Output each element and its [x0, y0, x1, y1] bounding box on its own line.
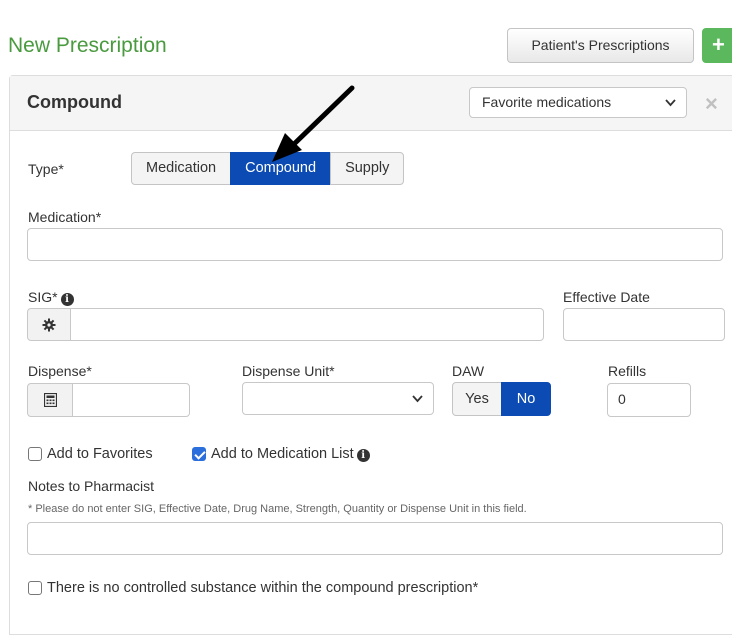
- chevron-down-icon: [412, 395, 423, 403]
- info-icon[interactable]: i: [60, 293, 74, 306]
- favorite-medications-value: Favorite medications: [482, 94, 612, 110]
- dispense-calculator-button[interactable]: [27, 383, 73, 417]
- daw-toggle: Yes No: [452, 382, 551, 416]
- panel-title: Compound: [27, 92, 122, 112]
- daw-yes-button[interactable]: Yes: [452, 382, 502, 416]
- no-controlled-substance-label: There is no controlled substance within …: [47, 580, 479, 596]
- dispense-label: Dispense*: [28, 363, 92, 379]
- favorite-medications-select[interactable]: Favorite medications: [469, 87, 687, 118]
- dispense-unit-select[interactable]: [242, 382, 434, 415]
- chevron-down-icon: [665, 88, 676, 129]
- panel-heading: Compound Favorite medications ×: [10, 76, 732, 131]
- medication-label: Medication*: [28, 209, 102, 225]
- sig-input[interactable]: [70, 308, 544, 341]
- medication-input[interactable]: [27, 228, 723, 261]
- add-to-medication-list-label: Add to Medication List i: [211, 446, 370, 462]
- add-to-medication-list-text: Add to Medication List: [211, 446, 354, 462]
- add-to-favorites-label: Add to Favorites: [47, 446, 153, 462]
- type-label: Type*: [28, 161, 64, 177]
- close-icon[interactable]: ×: [705, 91, 718, 117]
- type-supply-button[interactable]: Supply: [330, 152, 405, 185]
- daw-no-button[interactable]: No: [501, 382, 551, 416]
- patients-prescriptions-button[interactable]: Patient's Prescriptions: [507, 28, 694, 63]
- add-to-medication-list-checkbox[interactable]: [192, 447, 206, 461]
- notes-input[interactable]: [27, 522, 723, 555]
- daw-label: DAW: [452, 363, 485, 379]
- page-title: New Prescription: [8, 34, 167, 57]
- calculator-icon: [43, 392, 57, 408]
- add-prescription-button[interactable]: +: [702, 28, 732, 63]
- type-toggle: Medication Compound Supply: [131, 152, 405, 185]
- gear-icon: [42, 318, 56, 332]
- dispense-input[interactable]: [72, 383, 190, 417]
- sig-settings-button[interactable]: [27, 308, 71, 341]
- info-icon[interactable]: i: [356, 449, 370, 462]
- sig-label: SIG* i: [28, 289, 74, 306]
- type-medication-button[interactable]: Medication: [131, 152, 232, 185]
- notes-label: Notes to Pharmacist: [28, 478, 155, 494]
- notes-hint: * Please do not enter SIG, Effective Dat…: [28, 503, 527, 515]
- type-compound-button[interactable]: Compound: [230, 152, 332, 185]
- effective-date-input[interactable]: [563, 308, 725, 341]
- refills-label: Refills: [608, 363, 647, 379]
- no-controlled-substance-checkbox[interactable]: [28, 581, 42, 595]
- refills-input[interactable]: 0: [607, 383, 691, 417]
- effective-date-label: Effective Date: [563, 289, 650, 305]
- plus-icon: +: [712, 32, 725, 57]
- dispense-unit-label: Dispense Unit*: [242, 363, 335, 379]
- sig-label-text: SIG*: [28, 289, 58, 305]
- add-to-favorites-checkbox[interactable]: [28, 447, 42, 461]
